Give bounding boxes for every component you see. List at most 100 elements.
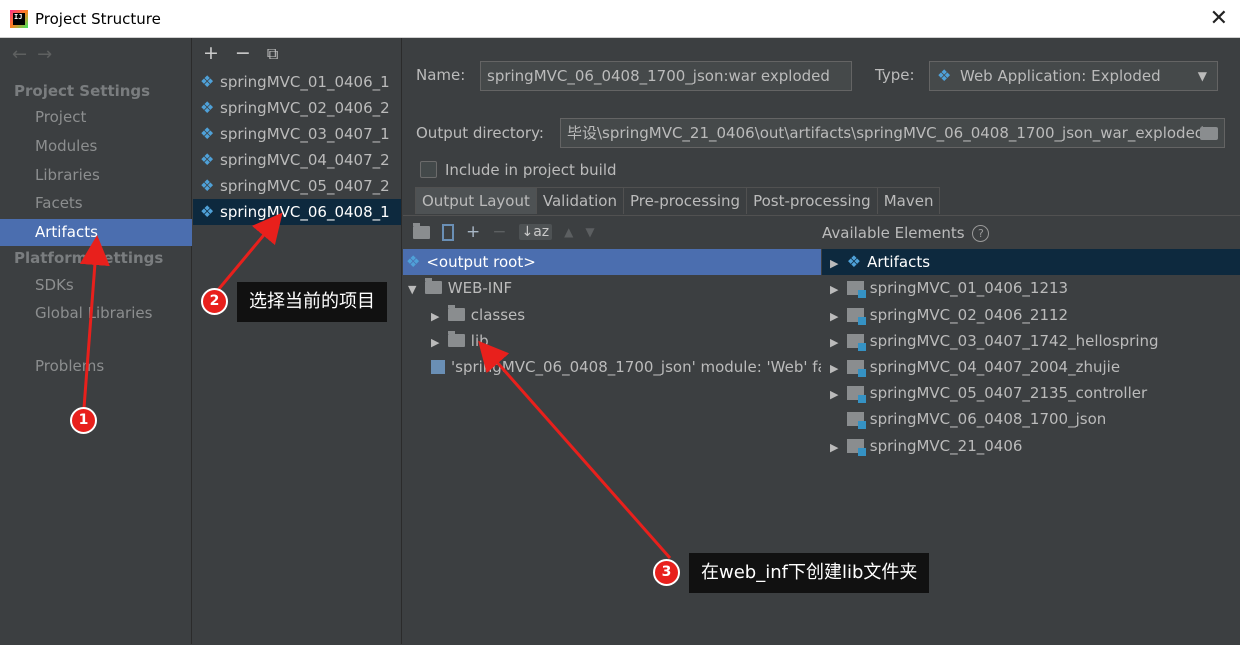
folder-icon — [424, 278, 442, 294]
tab-maven[interactable]: Maven — [876, 187, 941, 214]
folder-browse-icon[interactable] — [1200, 127, 1218, 140]
artifact-item[interactable]: ❖ springMVC_03_0407_1 — [193, 121, 401, 147]
classes-node[interactable]: ▶ classes — [431, 302, 525, 328]
available-item-label: springMVC_04_0407_2004_zhujie — [869, 358, 1121, 376]
artifact-item[interactable]: ❖ springMVC_02_0406_2 — [193, 95, 401, 121]
available-item-label: springMVC_01_0406_1213 — [869, 279, 1069, 297]
war-exploded-icon: ❖ — [200, 98, 215, 117]
name-label: Name: — [416, 66, 466, 84]
expanded-arrow-icon[interactable]: ▼ — [408, 277, 420, 303]
platform-settings-header: Platform Settings — [14, 249, 164, 267]
available-module-node[interactable]: ▶ springMVC_02_0406_2112 — [830, 302, 1068, 328]
collapsed-arrow-icon[interactable]: ▶ — [830, 251, 842, 277]
available-module-node[interactable]: ▶ springMVC_05_0407_2135_controller — [830, 380, 1147, 406]
include-build-checkbox[interactable] — [420, 161, 437, 178]
settings-nav: ←→ Project Settings Project Modules Libr… — [0, 38, 192, 644]
tab-validation[interactable]: Validation — [535, 187, 624, 214]
output-root-node[interactable]: ❖ <output root> — [403, 249, 821, 275]
window-title: Project Structure — [35, 9, 161, 28]
forward-arrow-icon[interactable]: → — [37, 44, 62, 65]
artifact-item[interactable]: ❖ springMVC_05_0407_2 — [193, 173, 401, 199]
available-artifacts-node[interactable]: ▶ ❖ Artifacts — [822, 249, 1240, 275]
tab-output-layout[interactable]: Output Layout — [415, 187, 537, 214]
nav-item-problems[interactable]: Problems — [0, 353, 192, 380]
available-elements-header: Available Elements ? — [822, 224, 990, 242]
artifact-label: springMVC_05_0407_2 — [220, 177, 390, 195]
collapsed-arrow-icon[interactable]: ▶ — [830, 356, 842, 382]
nav-item-libraries[interactable]: Libraries — [0, 162, 192, 189]
nav-item-global-libraries[interactable]: Global Libraries — [0, 300, 192, 327]
collapsed-arrow-icon[interactable]: ▶ — [830, 382, 842, 408]
output-directory-value: 毕设\springMVC_21_0406\out\artifacts\sprin… — [567, 124, 1205, 142]
artifact-label: springMVC_06_0408_1 — [220, 203, 390, 221]
step-3-badge: 3 — [653, 559, 680, 586]
archive-icon[interactable] — [442, 223, 454, 241]
nav-item-artifacts[interactable]: Artifacts — [0, 219, 192, 246]
back-arrow-icon[interactable]: ← — [12, 44, 37, 65]
help-icon[interactable]: ? — [972, 225, 990, 242]
artifact-item[interactable]: ❖ springMVC_01_0406_1 — [193, 69, 401, 95]
nav-item-modules[interactable]: Modules — [0, 133, 192, 160]
type-value: Web Application: Exploded — [960, 67, 1161, 85]
step-1-badge: 1 — [70, 407, 97, 434]
nav-item-facets[interactable]: Facets — [0, 190, 192, 217]
available-item-label: springMVC_02_0406_2112 — [869, 306, 1069, 324]
web-inf-label: WEB-INF — [447, 279, 513, 297]
artifact-label: springMVC_04_0407_2 — [220, 151, 390, 169]
artifacts-icon: ❖ — [846, 252, 862, 271]
war-exploded-icon: ❖ — [200, 150, 215, 169]
artifact-item-selected[interactable]: ❖ springMVC_06_0408_1 — [193, 199, 401, 225]
facet-label: 'springMVC_06_0408_1700_json' module: 'W… — [451, 358, 821, 376]
classes-label: classes — [470, 306, 526, 324]
tab-pre-processing[interactable]: Pre-processing — [622, 187, 748, 214]
facet-resources-node[interactable]: 'springMVC_06_0408_1700_json' module: 'W… — [431, 354, 821, 380]
war-exploded-icon: ❖ — [200, 72, 215, 91]
nav-item-sdks[interactable]: SDKs — [0, 272, 192, 299]
module-icon — [846, 281, 866, 298]
layout-toolbar: + − ↓az ▲ ▼ — [413, 222, 595, 242]
remove-icon: − — [492, 222, 507, 242]
collapsed-arrow-icon[interactable]: ▶ — [830, 277, 842, 303]
available-item-label: springMVC_03_0407_1742_hellospring — [869, 332, 1159, 350]
step-3-callout: 在web_inf下创建lib文件夹 — [689, 553, 930, 593]
war-exploded-icon: ❖ — [200, 202, 215, 221]
lib-label: lib — [470, 332, 489, 350]
available-module-node[interactable]: springMVC_06_0408_1700_json — [830, 406, 1106, 432]
artifact-label: springMVC_01_0406_1 — [220, 73, 390, 91]
new-folder-icon[interactable] — [413, 222, 430, 239]
web-app-icon: ❖ — [937, 66, 952, 85]
artifact-item[interactable]: ❖ springMVC_04_0407_2 — [193, 147, 401, 173]
nav-history: ←→ — [12, 44, 62, 65]
artifact-list: + − ⧉ ❖ springMVC_01_0406_1 ❖ springMVC_… — [193, 38, 402, 644]
available-module-node[interactable]: ▶ springMVC_01_0406_1213 — [830, 275, 1068, 301]
module-icon — [846, 360, 866, 377]
copy-icon[interactable]: ⧉ — [267, 42, 278, 66]
collapsed-arrow-icon[interactable]: ▶ — [830, 304, 842, 330]
collapsed-arrow-icon[interactable]: ▶ — [431, 304, 443, 330]
project-settings-header: Project Settings — [14, 82, 151, 100]
available-item-label: springMVC_21_0406 — [869, 437, 1023, 455]
close-icon[interactable]: ✕ — [1210, 6, 1228, 31]
type-label: Type: — [875, 66, 915, 84]
collapsed-arrow-icon[interactable]: ▶ — [830, 330, 842, 356]
lib-node[interactable]: ▶ lib — [431, 328, 489, 354]
collapsed-arrow-icon[interactable]: ▶ — [431, 330, 443, 356]
remove-icon[interactable]: − — [235, 42, 251, 66]
web-inf-node[interactable]: ▼ WEB-INF — [408, 275, 512, 301]
artifact-label: springMVC_02_0406_2 — [220, 99, 390, 117]
available-module-node[interactable]: ▶ springMVC_21_0406 — [830, 433, 1022, 459]
available-module-node[interactable]: ▶ springMVC_04_0407_2004_zhujie — [830, 354, 1120, 380]
name-field[interactable]: springMVC_06_0408_1700_json:war exploded — [480, 61, 852, 91]
intellij-logo-icon: IJ — [10, 9, 28, 28]
add-icon[interactable]: + — [203, 42, 219, 66]
available-module-node[interactable]: ▶ springMVC_03_0407_1742_hellospring — [830, 328, 1159, 354]
collapsed-arrow-icon[interactable]: ▶ — [830, 435, 842, 461]
sort-icon[interactable]: ↓az — [518, 224, 553, 240]
include-build-label: Include in project build — [445, 161, 617, 179]
output-directory-field[interactable]: 毕设\springMVC_21_0406\out\artifacts\sprin… — [560, 118, 1225, 148]
tab-post-processing[interactable]: Post-processing — [746, 187, 878, 214]
nav-item-project[interactable]: Project — [0, 104, 192, 131]
type-dropdown[interactable]: ❖ Web Application: Exploded ▼ — [929, 61, 1218, 91]
available-item-label: springMVC_05_0407_2135_controller — [869, 384, 1148, 402]
add-icon[interactable]: + — [466, 222, 480, 242]
